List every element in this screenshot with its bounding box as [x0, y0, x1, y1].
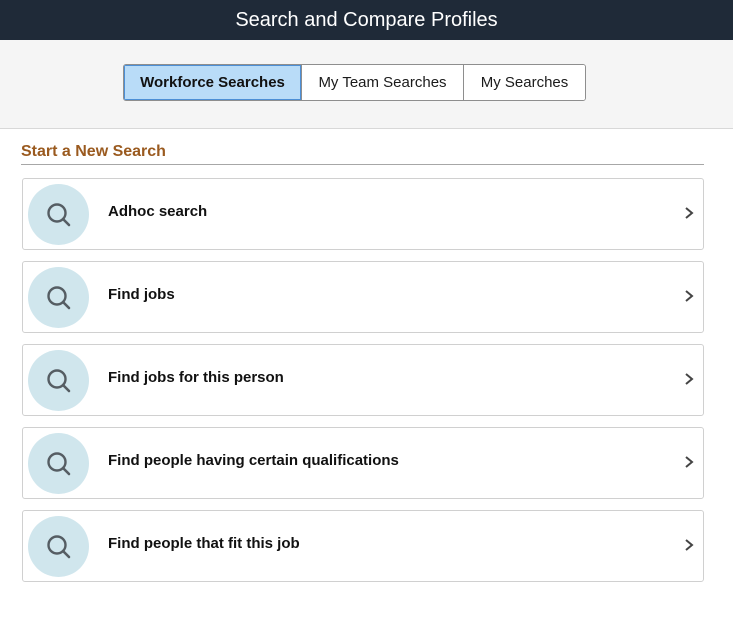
- search-card-find-people-fit-job[interactable]: Find people that fit this job: [22, 510, 704, 582]
- chevron-right-icon: [685, 456, 694, 468]
- tab-region: Workforce Searches My Team Searches My S…: [0, 40, 733, 129]
- search-icon: [28, 433, 89, 494]
- search-card-find-people-qualifications[interactable]: Find people having certain qualification…: [22, 427, 704, 499]
- search-icon: [28, 350, 89, 411]
- search-type-tabs: Workforce Searches My Team Searches My S…: [123, 64, 586, 101]
- chevron-right-icon: [685, 290, 694, 302]
- search-card-label: Find people having certain qualification…: [108, 452, 399, 469]
- chevron-right-icon: [685, 539, 694, 551]
- search-card-label: Find jobs for this person: [108, 369, 284, 386]
- title-bar: Search and Compare Profiles: [0, 0, 733, 40]
- search-card-find-jobs-for-person[interactable]: Find jobs for this person: [22, 344, 704, 416]
- tab-my-searches[interactable]: My Searches: [463, 65, 585, 100]
- search-icon: [28, 184, 89, 245]
- search-card-find-jobs[interactable]: Find jobs: [22, 261, 704, 333]
- search-icon: [28, 516, 89, 577]
- search-card-adhoc[interactable]: Adhoc search: [22, 178, 704, 250]
- search-card-label: Find jobs: [108, 286, 175, 303]
- search-card-label: Adhoc search: [108, 203, 208, 220]
- section-title: Start a New Search: [21, 143, 704, 165]
- search-card-label: Find people that fit this job: [108, 535, 300, 552]
- tab-my-team-searches[interactable]: My Team Searches: [301, 65, 463, 100]
- page-title: Search and Compare Profiles: [235, 8, 498, 31]
- chevron-right-icon: [685, 373, 694, 385]
- chevron-right-icon: [685, 207, 694, 219]
- search-icon: [28, 267, 89, 328]
- tab-workforce-searches[interactable]: Workforce Searches: [124, 65, 301, 100]
